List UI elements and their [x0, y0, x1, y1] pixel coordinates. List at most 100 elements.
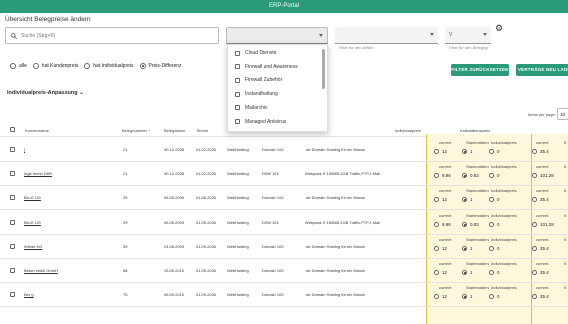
calc-current-radio[interactable]: 35.4: [532, 294, 549, 300]
gear-icon[interactable]: ⚙: [495, 23, 503, 34]
radio-circle[interactable]: [462, 270, 467, 275]
current-price-radio[interactable]: 9.96: [434, 221, 451, 227]
master-price-radio[interactable]: 1: [462, 270, 473, 275]
table-row[interactable]: Beton ebnik GmbH 68 15.05.2010 01.05.2026 We…: [0, 259, 568, 283]
radio-circle[interactable]: [532, 149, 537, 154]
individual-price-radio[interactable]: 0: [489, 294, 500, 300]
radio-circle[interactable]: [489, 294, 494, 300]
header-kunde[interactable]: Kundenname: [25, 128, 49, 133]
table-row[interactable]: Bio-E UG 29 06.05.2009 01.05.2026 WebHosting…: [0, 186, 568, 211]
radio-circle[interactable]: [84, 63, 91, 69]
radio-circle[interactable]: [434, 270, 439, 275]
row-checkbox[interactable]: [10, 268, 15, 273]
current-price-radio[interactable]: 12: [434, 149, 447, 154]
option-checkbox[interactable]: [235, 119, 240, 124]
article-select[interactable]: [335, 27, 438, 44]
radio-circle-selected[interactable]: [139, 63, 146, 69]
individual-price-radio[interactable]: 0: [489, 221, 500, 227]
row-checkbox[interactable]: [10, 195, 15, 201]
option-checkbox[interactable]: [235, 91, 240, 97]
individual-price-radio[interactable]: 0: [489, 270, 500, 275]
option-checkbox[interactable]: [235, 105, 240, 111]
dropdown-option[interactable]: Firewall und Awareness: [235, 64, 298, 70]
radio-circle[interactable]: [532, 197, 537, 203]
master-price-radio[interactable]: 1: [462, 294, 473, 300]
radio-circle[interactable]: [434, 245, 439, 251]
radio-circle[interactable]: [462, 245, 467, 251]
current-price-radio[interactable]: 12: [434, 245, 447, 251]
header-termin[interactable]: Termin: [196, 128, 208, 133]
header-kalkulationspreis[interactable]: Kalkulationspreis: [460, 128, 490, 133]
radio-circle[interactable]: [462, 149, 467, 154]
master-price-radio[interactable]: 1: [462, 197, 473, 203]
calc-current-radio[interactable]: 101.28: [532, 173, 554, 179]
row-checkbox[interactable]: [10, 219, 15, 225]
dropdown-option[interactable]: Managed Antivirus: [235, 119, 286, 125]
row-checkbox[interactable]: [10, 243, 15, 249]
radio-circle[interactable]: [462, 294, 467, 300]
dropdown-option[interactable]: Mailarchiv: [235, 105, 268, 111]
dropdown-option[interactable]: Cloud Dienste: [235, 50, 276, 56]
table-row[interactable]: | 21 30.10.2008 01.02.2026 WebHosting Domain …: [0, 138, 568, 162]
individual-price-radio[interactable]: 0: [489, 149, 500, 154]
row-checkbox[interactable]: [10, 171, 15, 177]
dropdown-option[interactable]: Firewall Zubehör: [235, 77, 282, 83]
individual-price-radio[interactable]: 0: [489, 173, 500, 179]
radio-preis-differenz[interactable]: Preis-Differenz: [139, 63, 182, 69]
row-checkbox[interactable]: [10, 292, 15, 298]
section-title[interactable]: Individualpreis-Anpassung ⌄: [7, 90, 84, 96]
table-row[interactable]: Wiede KG 39 24.08.2009 01.09.2026 WebHosting…: [0, 235, 568, 259]
reset-filter-button[interactable]: FILTER ZURÜCKSETZEN: [451, 64, 509, 76]
option-checkbox[interactable]: [235, 64, 240, 70]
table-row[interactable]: Ber g 75 06.09.2010 01.09.2026 WebHosting Dom…: [0, 283, 568, 308]
radio-circle[interactable]: [32, 63, 39, 69]
radio-circle[interactable]: [489, 270, 494, 275]
row-checkbox[interactable]: [10, 147, 15, 152]
radio-circle[interactable]: [434, 294, 439, 300]
doctype-select[interactable]: V: [445, 27, 491, 44]
master-price-radio[interactable]: 0.83: [462, 173, 479, 179]
calc-current-radio[interactable]: 101.28: [532, 221, 554, 227]
radio-circle[interactable]: [489, 149, 494, 154]
radio-circle[interactable]: [434, 221, 439, 227]
customer-name[interactable]: Inge ierein GbR: [24, 171, 52, 176]
radio-hat-individualpreis[interactable]: hat Individualpreis: [84, 63, 134, 69]
radio-circle[interactable]: [462, 221, 467, 227]
radio-circle[interactable]: [532, 270, 537, 275]
current-price-radio[interactable]: 12: [434, 294, 447, 300]
customer-name[interactable]: Bio-E UG: [24, 220, 41, 225]
table-row[interactable]: Bio-E UG 29 06.05.2009 01.05.2026 WebHosting…: [0, 211, 568, 235]
radio-alle[interactable]: alle: [10, 63, 27, 69]
radio-circle[interactable]: [462, 197, 467, 203]
individual-price-radio[interactable]: 0: [489, 245, 500, 251]
header-belegnr[interactable]: Belegnummer ↑: [122, 128, 150, 133]
radio-circle[interactable]: [532, 221, 537, 227]
master-price-radio[interactable]: 0.83: [462, 221, 479, 227]
radio-circle[interactable]: [434, 149, 439, 154]
radio-hat-kundenpreis[interactable]: hat Kundenpreis: [32, 63, 78, 69]
current-price-radio[interactable]: 12: [434, 197, 447, 203]
dropdown-option[interactable]: Instandhaltung: [235, 91, 278, 97]
radio-circle[interactable]: [532, 245, 537, 251]
radio-circle[interactable]: [489, 245, 494, 251]
radio-circle[interactable]: [10, 63, 16, 69]
select-all-checkbox[interactable]: [10, 127, 15, 132]
header-individualpreis[interactable]: Individualpreis: [395, 128, 421, 133]
current-price-radio[interactable]: 12: [434, 270, 447, 275]
calc-current-radio[interactable]: 35.4: [532, 245, 549, 251]
customer-name[interactable]: Beton ebnik GmbH: [24, 268, 58, 273]
category-select[interactable]: [226, 27, 328, 44]
radio-circle[interactable]: [434, 197, 439, 203]
calc-current-radio[interactable]: 35.4: [532, 197, 549, 203]
calc-current-radio[interactable]: 35.4: [532, 270, 549, 275]
master-price-radio[interactable]: 1: [462, 245, 473, 251]
radio-circle[interactable]: [489, 173, 494, 179]
search-input[interactable]: [21, 32, 211, 39]
table-row[interactable]: Inge ierein GbR 21 30.10.2008 01.02.2026 Web…: [0, 162, 568, 187]
customer-name[interactable]: Ber g: [24, 292, 34, 297]
radio-circle[interactable]: [434, 173, 439, 179]
radio-circle[interactable]: [532, 173, 537, 179]
dropdown-scrollbar[interactable]: [322, 49, 325, 89]
current-price-radio[interactable]: 9.96: [434, 173, 451, 179]
calc-current-radio[interactable]: 35.4: [532, 149, 549, 154]
